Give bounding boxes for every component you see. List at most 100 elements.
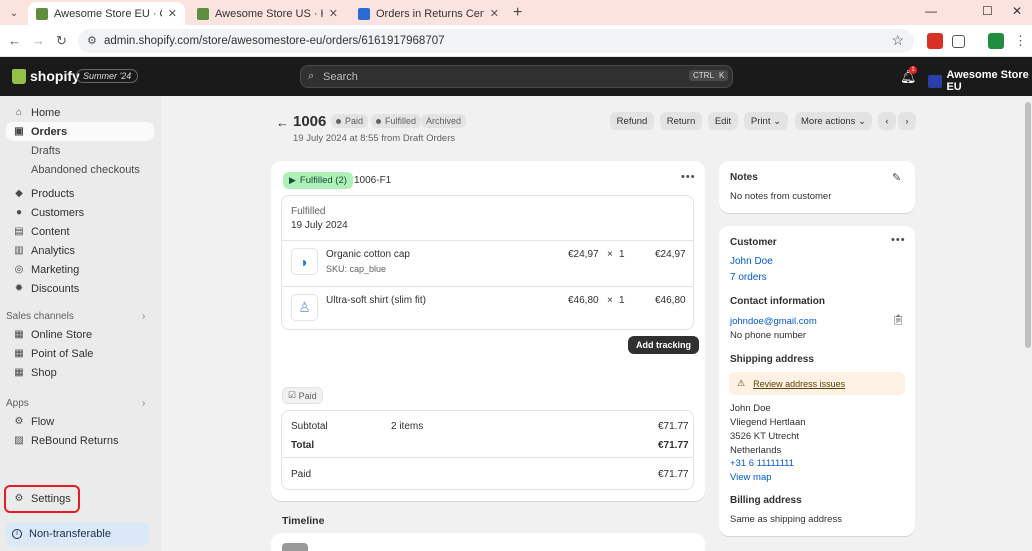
product-thumbnail-shirt[interactable]: ♙ xyxy=(291,294,318,321)
notes-heading: Notes xyxy=(730,172,758,183)
person-icon: ● xyxy=(15,206,23,218)
previous-order-button[interactable]: ‹ xyxy=(878,112,896,130)
reload-icon[interactable]: ↻ xyxy=(56,33,67,49)
fulfilled-badge: Fulfilled xyxy=(371,114,422,128)
sidebar-item-rebound-returns[interactable]: ▨ ReBound Returns xyxy=(6,431,154,450)
kbd-k: K xyxy=(715,70,729,81)
view-map-link[interactable]: View map xyxy=(730,472,772,483)
maximize-icon[interactable]: ☐ xyxy=(982,4,993,18)
non-transferable-banner[interactable]: i Non-transferable xyxy=(6,522,149,546)
site-info-icon[interactable]: ⚙ xyxy=(87,34,97,47)
close-tab-icon[interactable]: ✕ xyxy=(168,7,177,20)
browser-tab-orders[interactable]: Awesome Store EU · Orders · 1006 ✕ xyxy=(28,2,185,25)
line-item-qty: 1 xyxy=(619,295,625,306)
minimize-icon[interactable]: — xyxy=(925,4,937,18)
line-item-total: €46,80 xyxy=(655,295,686,306)
shopify-logo[interactable]: shopify xyxy=(12,68,80,84)
tab-search-icon[interactable]: ⌄ xyxy=(6,5,22,21)
sidebar-item-online-store[interactable]: ▦ Online Store xyxy=(6,325,154,344)
chevron-left-icon: ‹ xyxy=(885,115,889,127)
settings-highlight xyxy=(4,485,80,513)
forward-arrow-icon[interactable]: → xyxy=(32,33,45,48)
browser-menu-icon[interactable]: ⋮ xyxy=(1014,33,1027,49)
print-button[interactable]: Print ⌄ xyxy=(744,112,788,130)
sidebar-item-customers[interactable]: ● Customers xyxy=(6,203,154,222)
sidebar-item-analytics[interactable]: ▥ Analytics xyxy=(6,241,154,260)
scrollbar-thumb[interactable] xyxy=(1025,102,1031,348)
chevron-right-icon[interactable]: › xyxy=(142,311,145,322)
window-close-icon[interactable]: ✕ xyxy=(1012,4,1022,18)
back-arrow-icon[interactable]: ← xyxy=(8,33,21,48)
shopify-favicon-icon xyxy=(36,7,48,20)
sidebar-item-orders[interactable]: ▣ Orders xyxy=(6,122,154,141)
apps-heading[interactable]: Apps xyxy=(6,398,29,409)
address-phone-link[interactable]: +31 6 11111111 xyxy=(730,458,794,469)
sidebar-item-abandoned-checkouts[interactable]: Abandoned checkouts xyxy=(6,160,154,179)
archived-badge: Archived xyxy=(421,114,467,128)
paid-value: €71.77 xyxy=(658,469,689,480)
sidebar-item-products[interactable]: ◆ Products xyxy=(6,184,154,203)
sidebar-item-shop[interactable]: ▦ Shop xyxy=(6,363,154,382)
address-line: John Doe xyxy=(730,403,771,414)
edit-button[interactable]: Edit xyxy=(708,112,738,130)
browser-tab-us-home[interactable]: Awesome Store US · Home · Sh ✕ xyxy=(189,2,346,25)
search-bar[interactable]: ⌕ Search CTRL K xyxy=(300,65,733,88)
more-options-icon[interactable]: ••• xyxy=(681,171,696,183)
sales-channels-heading[interactable]: Sales channels xyxy=(6,311,74,322)
sidebar-item-content[interactable]: ▤ Content xyxy=(6,222,154,241)
edition-badge: Summer '24 xyxy=(76,69,139,83)
sidebar-item-drafts[interactable]: Drafts xyxy=(6,141,154,160)
edit-pencil-icon[interactable]: ✎ xyxy=(892,171,901,184)
review-address-link[interactable]: Review address issues xyxy=(753,379,845,389)
return-button[interactable]: Return xyxy=(660,112,702,130)
copy-clipboard-icon[interactable]: 📋︎ xyxy=(892,315,905,326)
pos-icon: ▦ xyxy=(14,347,24,359)
back-arrow-icon[interactable]: ← xyxy=(276,115,289,130)
line-item-sku: SKU: cap_blue xyxy=(326,264,387,274)
close-tab-icon[interactable]: ✕ xyxy=(490,7,499,20)
sidebar-item-marketing[interactable]: ◎ Marketing xyxy=(6,260,154,279)
browser-tab-strip: ⌄ Awesome Store EU · Orders · 1006 ✕ Awe… xyxy=(0,0,1032,25)
discount-icon: ✹ xyxy=(14,282,24,294)
customer-email-link[interactable]: johndoe@gmail.com xyxy=(730,316,817,327)
next-order-button[interactable]: › xyxy=(898,112,916,130)
extension-green-icon[interactable] xyxy=(988,33,1004,49)
customer-name-link[interactable]: John Doe xyxy=(730,256,773,267)
more-actions-button[interactable]: More actions ⌄ xyxy=(795,112,872,130)
divider xyxy=(282,286,693,287)
add-tracking-button[interactable]: Add tracking xyxy=(628,336,700,354)
sidebar-item-flow[interactable]: ⚙ Flow xyxy=(6,412,154,431)
extensions-puzzle-icon[interactable] xyxy=(952,35,965,48)
shipping-address-heading: Shipping address xyxy=(730,354,814,365)
close-tab-icon[interactable]: ✕ xyxy=(329,7,338,20)
avatar xyxy=(282,543,308,551)
flow-icon: ⚙ xyxy=(14,415,24,427)
content-icon: ▤ xyxy=(14,225,24,237)
target-icon: ◎ xyxy=(14,263,24,275)
payment-summary-box: Subtotal 2 items €71.77 Total €71.77 Pai… xyxy=(281,410,694,490)
line-item-price: €46,80 xyxy=(568,295,599,306)
chevron-right-icon[interactable]: › xyxy=(142,398,145,409)
bookmark-star-icon[interactable]: ☆ xyxy=(891,32,904,49)
divider xyxy=(282,457,693,458)
sidebar-item-discounts[interactable]: ✹ Discounts xyxy=(6,279,154,298)
browser-tab-returns[interactable]: Orders in Returns Center – Dem ✕ xyxy=(350,2,507,25)
url-bar[interactable]: ⚙ admin.shopify.com/store/awesomestore-e… xyxy=(78,29,914,53)
extension-red-icon[interactable] xyxy=(927,33,943,49)
customer-card: Customer ••• John Doe 7 orders Contact i… xyxy=(719,226,915,536)
fulfilled-date: 19 July 2024 xyxy=(291,220,348,231)
sidebar-item-home[interactable]: ⌂ Home xyxy=(6,103,154,122)
customer-orders-link[interactable]: 7 orders xyxy=(730,272,767,283)
product-thumbnail-cap[interactable]: ◗ xyxy=(291,248,318,275)
new-tab-icon[interactable]: + xyxy=(513,4,522,22)
store-switcher[interactable]: Awesome Store EU xyxy=(928,69,1032,93)
orders-icon: ▣ xyxy=(14,125,24,137)
refund-button[interactable]: Refund xyxy=(610,112,654,130)
sidebar-item-point-of-sale[interactable]: ▦ Point of Sale xyxy=(6,344,154,363)
line-item-name[interactable]: Ultra-soft shirt (slim fit) xyxy=(326,295,426,306)
scrollbar[interactable] xyxy=(1024,96,1032,551)
line-item-name[interactable]: Organic cotton cap xyxy=(326,249,410,260)
more-options-icon[interactable]: ••• xyxy=(891,234,906,246)
total-value: €71.77 xyxy=(658,440,689,451)
order-subtitle: 19 July 2024 at 8:55 from Draft Orders xyxy=(293,133,456,144)
